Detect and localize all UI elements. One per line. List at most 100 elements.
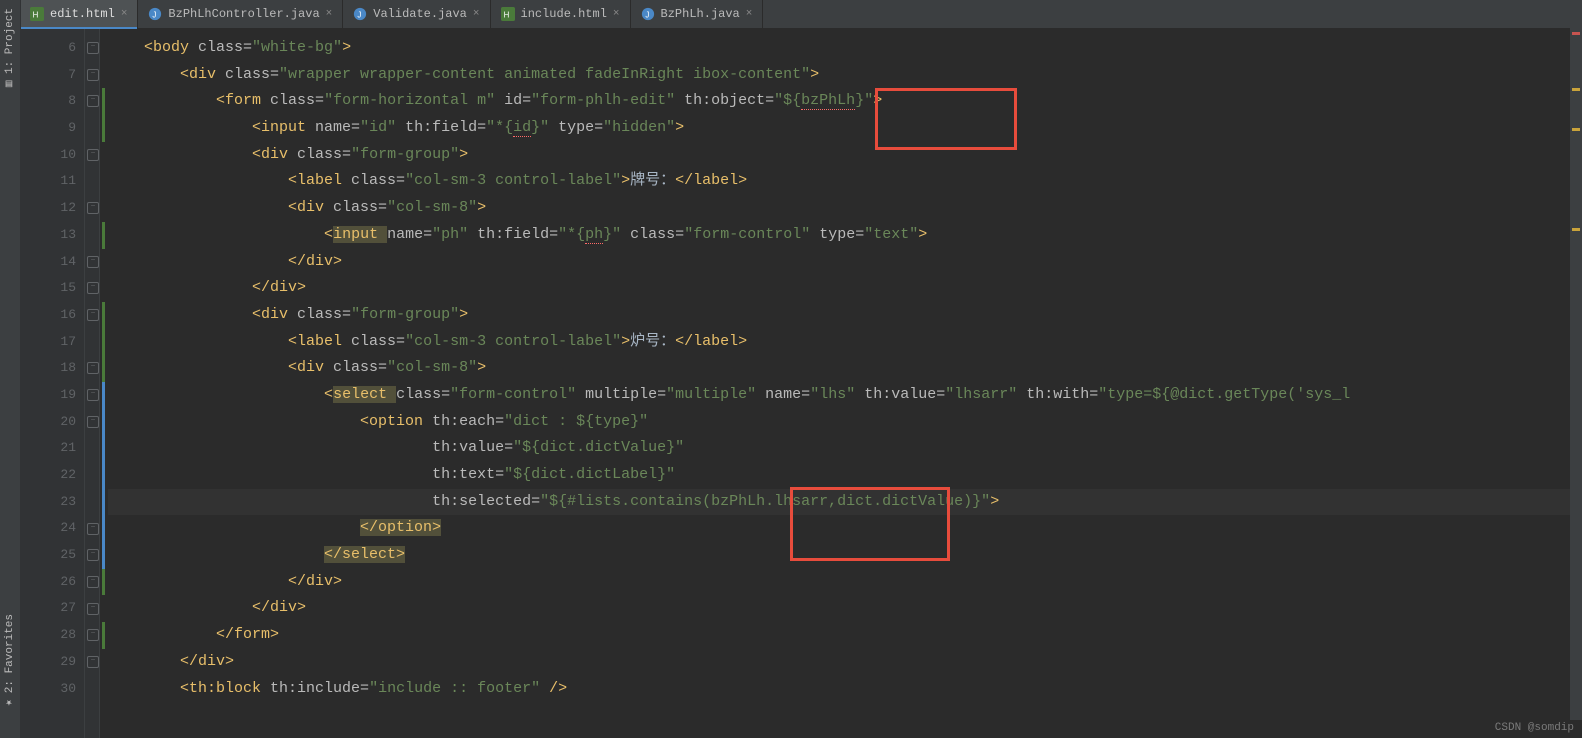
editor-tab-3[interactable]: Hinclude.html × [491, 0, 631, 28]
editor-tab-bar: Hedit.html×JBzPhLhController.java×JValid… [20, 0, 1582, 29]
editor-tab-0[interactable]: Hedit.html × [20, 0, 138, 28]
svg-text:J: J [645, 11, 649, 20]
tool-window-rail: ▤ 1: Project ★ 2: Favorites [0, 0, 21, 738]
fold-toggle[interactable]: − [87, 629, 99, 641]
svg-text:J: J [153, 11, 157, 20]
line-number: 23 [20, 489, 76, 516]
fold-toggle[interactable]: − [87, 202, 99, 214]
fold-toggle[interactable]: − [87, 576, 99, 588]
line-number: 26 [20, 569, 76, 596]
line-number: 6 [20, 35, 76, 62]
editor-tab-4[interactable]: JBzPhLh.java× [631, 0, 764, 28]
fold-toggle[interactable]: − [87, 256, 99, 268]
line-number: 24 [20, 515, 76, 542]
close-icon[interactable]: × [326, 8, 333, 20]
favorites-tool-window-tab[interactable]: ★ 2: Favorites [0, 606, 20, 718]
tab-label: edit.html [50, 7, 115, 21]
fold-toggle[interactable]: − [87, 309, 99, 321]
code-area[interactable]: <body class="white-bg"> <div class="wrap… [100, 29, 1582, 738]
code-line[interactable]: </div> [108, 275, 1582, 302]
code-line[interactable]: <option th:each="dict : ${type}" [108, 409, 1582, 436]
line-number: 11 [20, 168, 76, 195]
line-number: 25 [20, 542, 76, 569]
line-number: 27 [20, 595, 76, 622]
code-line[interactable]: </div> [108, 649, 1582, 676]
fold-toggle[interactable]: − [87, 69, 99, 81]
code-line[interactable]: </option> [108, 515, 1582, 542]
java-file-icon: J [641, 7, 655, 21]
code-line[interactable]: <div class="form-group"> [108, 142, 1582, 169]
star-icon: ★ [4, 697, 17, 710]
fold-toggle[interactable]: − [87, 523, 99, 535]
line-number: 16 [20, 302, 76, 329]
code-line[interactable]: </div> [108, 595, 1582, 622]
error-stripe[interactable] [1570, 28, 1582, 720]
code-line[interactable]: </div> [108, 249, 1582, 276]
fold-toggle[interactable]: − [87, 656, 99, 668]
close-icon[interactable]: × [473, 8, 480, 20]
line-number: 17 [20, 329, 76, 356]
java-file-icon: J [353, 7, 367, 21]
code-line[interactable]: <form class="form-horizontal m" id="form… [108, 88, 1582, 115]
code-line[interactable]: </div> [108, 569, 1582, 596]
code-line[interactable]: <div class="col-sm-8"> [108, 355, 1582, 382]
line-number: 21 [20, 435, 76, 462]
line-number: 28 [20, 622, 76, 649]
line-number: 15 [20, 275, 76, 302]
code-line[interactable]: <input name="ph" th:field="*{ph}" class=… [108, 222, 1582, 249]
code-line[interactable]: th:value="${dict.dictValue}" [108, 435, 1582, 462]
tab-label: include.html [521, 7, 607, 21]
project-tab-label: 1: Project [4, 8, 16, 74]
line-number: 8 [20, 88, 76, 115]
fold-toggle[interactable]: − [87, 362, 99, 374]
svg-text:H: H [503, 11, 509, 20]
line-number: 20 [20, 409, 76, 436]
fold-toggle[interactable]: − [87, 95, 99, 107]
fold-toggle[interactable]: − [87, 549, 99, 561]
line-number: 7 [20, 62, 76, 89]
line-number: 10 [20, 142, 76, 169]
html-file-icon: H [30, 7, 44, 21]
fold-toggle[interactable]: − [87, 149, 99, 161]
fold-toggle[interactable]: − [87, 282, 99, 294]
folder-icon: ▤ [4, 78, 17, 91]
code-line[interactable]: <th:block th:include="include :: footer"… [108, 676, 1582, 703]
fold-toggle[interactable]: − [87, 389, 99, 401]
line-number: 22 [20, 462, 76, 489]
favorites-tab-label: 2: Favorites [4, 614, 16, 693]
line-number: 30 [20, 676, 76, 703]
code-line[interactable]: th:selected="${#lists.contains(bzPhLh.lh… [108, 489, 1582, 516]
code-line[interactable]: <div class="form-group"> [108, 302, 1582, 329]
code-editor[interactable]: 6789101112131415161718192021222324252627… [20, 29, 1582, 738]
code-line[interactable]: <div class="wrapper wrapper-content anim… [108, 62, 1582, 89]
editor-tab-1[interactable]: JBzPhLhController.java× [138, 0, 343, 28]
java-file-icon: J [148, 7, 162, 21]
line-number: 13 [20, 222, 76, 249]
project-tool-window-tab[interactable]: ▤ 1: Project [0, 0, 20, 99]
close-icon[interactable]: × [121, 8, 128, 20]
code-line[interactable]: <select class="form-control" multiple="m… [108, 382, 1582, 409]
close-icon[interactable]: × [746, 8, 753, 20]
code-line[interactable]: </form> [108, 622, 1582, 649]
html-file-icon: H [501, 7, 515, 21]
code-line[interactable]: <label class="col-sm-3 control-label">炉号… [108, 329, 1582, 356]
fold-toggle[interactable]: − [87, 42, 99, 54]
code-line[interactable]: <body class="white-bg"> [108, 35, 1582, 62]
code-line[interactable]: <input name="id" th:field="*{id}" type="… [108, 115, 1582, 142]
svg-text:J: J [358, 11, 362, 20]
line-number: 29 [20, 649, 76, 676]
code-line[interactable]: <label class="col-sm-3 control-label">牌号… [108, 168, 1582, 195]
code-line[interactable]: <div class="col-sm-8"> [108, 195, 1582, 222]
code-line[interactable]: </select> [108, 542, 1582, 569]
line-number: 12 [20, 195, 76, 222]
line-number: 19 [20, 382, 76, 409]
line-number-gutter: 6789101112131415161718192021222324252627… [20, 29, 85, 738]
fold-toggle[interactable]: − [87, 603, 99, 615]
code-line[interactable]: th:text="${dict.dictLabel}" [108, 462, 1582, 489]
svg-text:H: H [33, 11, 39, 20]
close-icon[interactable]: × [613, 8, 620, 20]
fold-toggle[interactable]: − [87, 416, 99, 428]
watermark: CSDN @somdip [1495, 722, 1574, 734]
editor-tab-2[interactable]: JValidate.java× [343, 0, 490, 28]
line-number: 14 [20, 249, 76, 276]
